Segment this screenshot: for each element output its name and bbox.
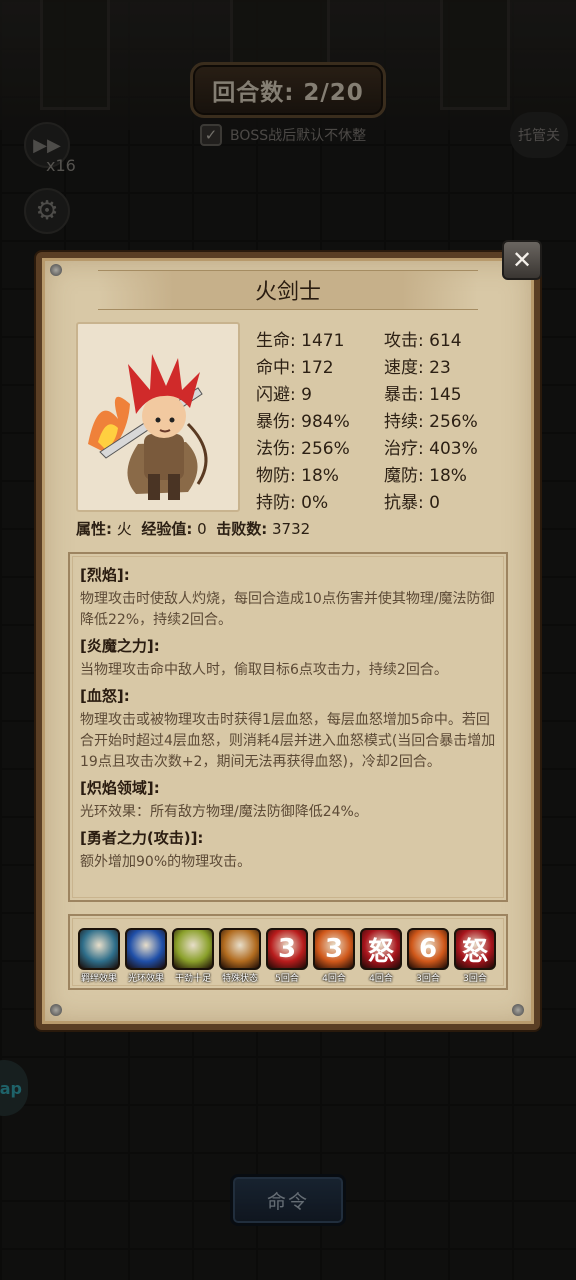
status-effect-label: 3回合 <box>463 974 487 984</box>
skill-desc: 额外增加90%的物理攻击。 <box>80 854 252 870</box>
panel-rivet <box>512 1004 524 1016</box>
status-effect-label: 干劲十足 <box>174 974 211 984</box>
skill-name: [血怒]: <box>80 687 130 705</box>
stat-accuracy: 命中: 172 <box>256 358 334 378</box>
stat-hp: 生命: 1471 <box>256 331 345 351</box>
title-plate: 火剑士 <box>98 270 478 310</box>
skills-list: [烈焰]: 物理攻击时使敌人灼烧，每回合造成10点伤害并使其物理/魔法防御降低2… <box>68 552 508 902</box>
auto-battle-label: 托管关 <box>518 128 560 144</box>
skill-desc: 物理攻击时使敌人灼烧，每回合造成10点伤害并使其物理/魔法防御降低22%，持续2… <box>80 591 495 628</box>
side-tab-label: ap <box>0 1078 22 1098</box>
exp-value: 0 <box>197 520 207 538</box>
attribute-label: 属性: <box>76 520 112 538</box>
status-effect[interactable]: 怒 4回合 <box>360 928 404 984</box>
stat-healing: 治疗: 403% <box>384 439 478 459</box>
status-effect[interactable]: 3 4回合 <box>313 928 357 984</box>
stat-crit-damage: 暴伤: 984% <box>256 412 350 432</box>
close-icon: ✕ <box>511 246 533 274</box>
stat-dot-defense: 持防: 0% <box>256 493 329 513</box>
round-counter: 回合数: 2/20 <box>190 62 386 118</box>
kills-value: 3732 <box>272 520 311 538</box>
kills-label: 击败数: <box>216 520 268 538</box>
skill-name: [炎魔之力]: <box>80 637 160 655</box>
exp-label: 经验值: <box>141 520 193 538</box>
skill-desc: 物理攻击或被物理攻击时获得1层血怒，每层血怒增加5命中。若回合开始时超过4层血怒… <box>80 712 496 770</box>
speed-multiplier: x16 <box>46 156 76 175</box>
fast-forward-icon: ▶▶ <box>33 134 61 156</box>
command-button[interactable]: 命令 <box>230 1174 346 1226</box>
attribute-value: 火 <box>116 520 132 538</box>
status-effect-icon: 怒 <box>454 928 496 970</box>
stat-dodge: 闪避: 9 <box>256 385 312 405</box>
status-effects-bar: 羁绊效果 光环效果 干劲十足 特殊状态 3 5回合 3 4回合怒 4回合 6 3回合怒 3回合 <box>68 914 508 990</box>
status-effect-label: 4回合 <box>369 974 393 984</box>
status-effect[interactable]: 怒 3回合 <box>454 928 498 984</box>
panel-rivet <box>50 264 62 276</box>
stat-magic-damage: 法伤: 256% <box>256 439 350 459</box>
status-effect-icon <box>125 928 167 970</box>
status-effect[interactable]: 3 5回合 <box>266 928 310 984</box>
stat-crit-resist: 抗暴: 0 <box>384 493 440 513</box>
character-name: 火剑士 <box>254 280 321 305</box>
skill-name: [勇者之力(攻击)]: <box>80 829 204 847</box>
status-effect-label: 3回合 <box>416 974 440 984</box>
close-button[interactable]: ✕ <box>502 240 542 280</box>
stat-duration: 持续: 256% <box>384 412 478 432</box>
status-effect-label: 光环效果 <box>127 974 164 984</box>
castle-arch <box>440 0 510 110</box>
fire-swordsman-sprite <box>88 354 208 500</box>
status-effect-icon: 3 <box>266 928 308 970</box>
status-effect-label: 羁绊效果 <box>80 974 117 984</box>
boss-rest-checkbox[interactable]: ✓ <box>200 124 222 146</box>
stat-crit: 暴击: 145 <box>384 385 462 405</box>
skill-name: [烈焰]: <box>80 566 130 584</box>
status-effect[interactable]: 光环效果 <box>125 928 169 984</box>
stat-speed: 速度: 23 <box>384 358 451 378</box>
status-effect-label: 4回合 <box>322 974 346 984</box>
skill-name: [炽焰领域]: <box>80 779 160 797</box>
stat-physical-defense: 物防: 18% <box>256 466 339 486</box>
stat-attack: 攻击: 614 <box>384 331 462 351</box>
status-effect-icon <box>172 928 214 970</box>
settings-button[interactable]: ⚙ <box>24 188 70 234</box>
stat-magic-defense: 魔防: 18% <box>384 466 467 486</box>
status-effect-icon <box>78 928 120 970</box>
status-effect[interactable]: 干劲十足 <box>172 928 216 984</box>
status-effect[interactable]: 特殊状态 <box>219 928 263 984</box>
boss-rest-label: BOSS战后默认不休整 <box>230 128 367 144</box>
status-effect-label: 特殊状态 <box>221 974 258 984</box>
skill-desc: 当物理攻击命中敌人时，偷取目标6点攻击力，持续2回合。 <box>80 662 448 678</box>
character-info-row: 属性: 火 经验值: 0 击败数: 3732 <box>76 518 310 539</box>
status-effect[interactable]: 6 3回合 <box>407 928 451 984</box>
status-effect-icon: 3 <box>313 928 355 970</box>
skill-desc: 光环效果：所有敌方物理/魔法防御降低24%。 <box>80 804 368 820</box>
panel-rivet <box>50 1004 62 1016</box>
side-tab[interactable]: ap <box>0 1060 28 1116</box>
status-effect-icon: 怒 <box>360 928 402 970</box>
status-effect-label: 5回合 <box>275 974 299 984</box>
character-portrait <box>76 322 240 512</box>
command-label: 命令 <box>266 1190 309 1213</box>
auto-battle-button[interactable]: 托管关 <box>510 112 568 158</box>
status-effect-icon <box>219 928 261 970</box>
castle-arch <box>40 0 110 110</box>
status-effect-icon: 6 <box>407 928 449 970</box>
gear-icon: ⚙ <box>35 196 59 226</box>
boss-rest-toggle[interactable]: ✓ BOSS战后默认不休整 <box>200 124 366 146</box>
status-effect[interactable]: 羁绊效果 <box>78 928 122 984</box>
round-counter-text: 回合数: 2/20 <box>212 80 364 106</box>
